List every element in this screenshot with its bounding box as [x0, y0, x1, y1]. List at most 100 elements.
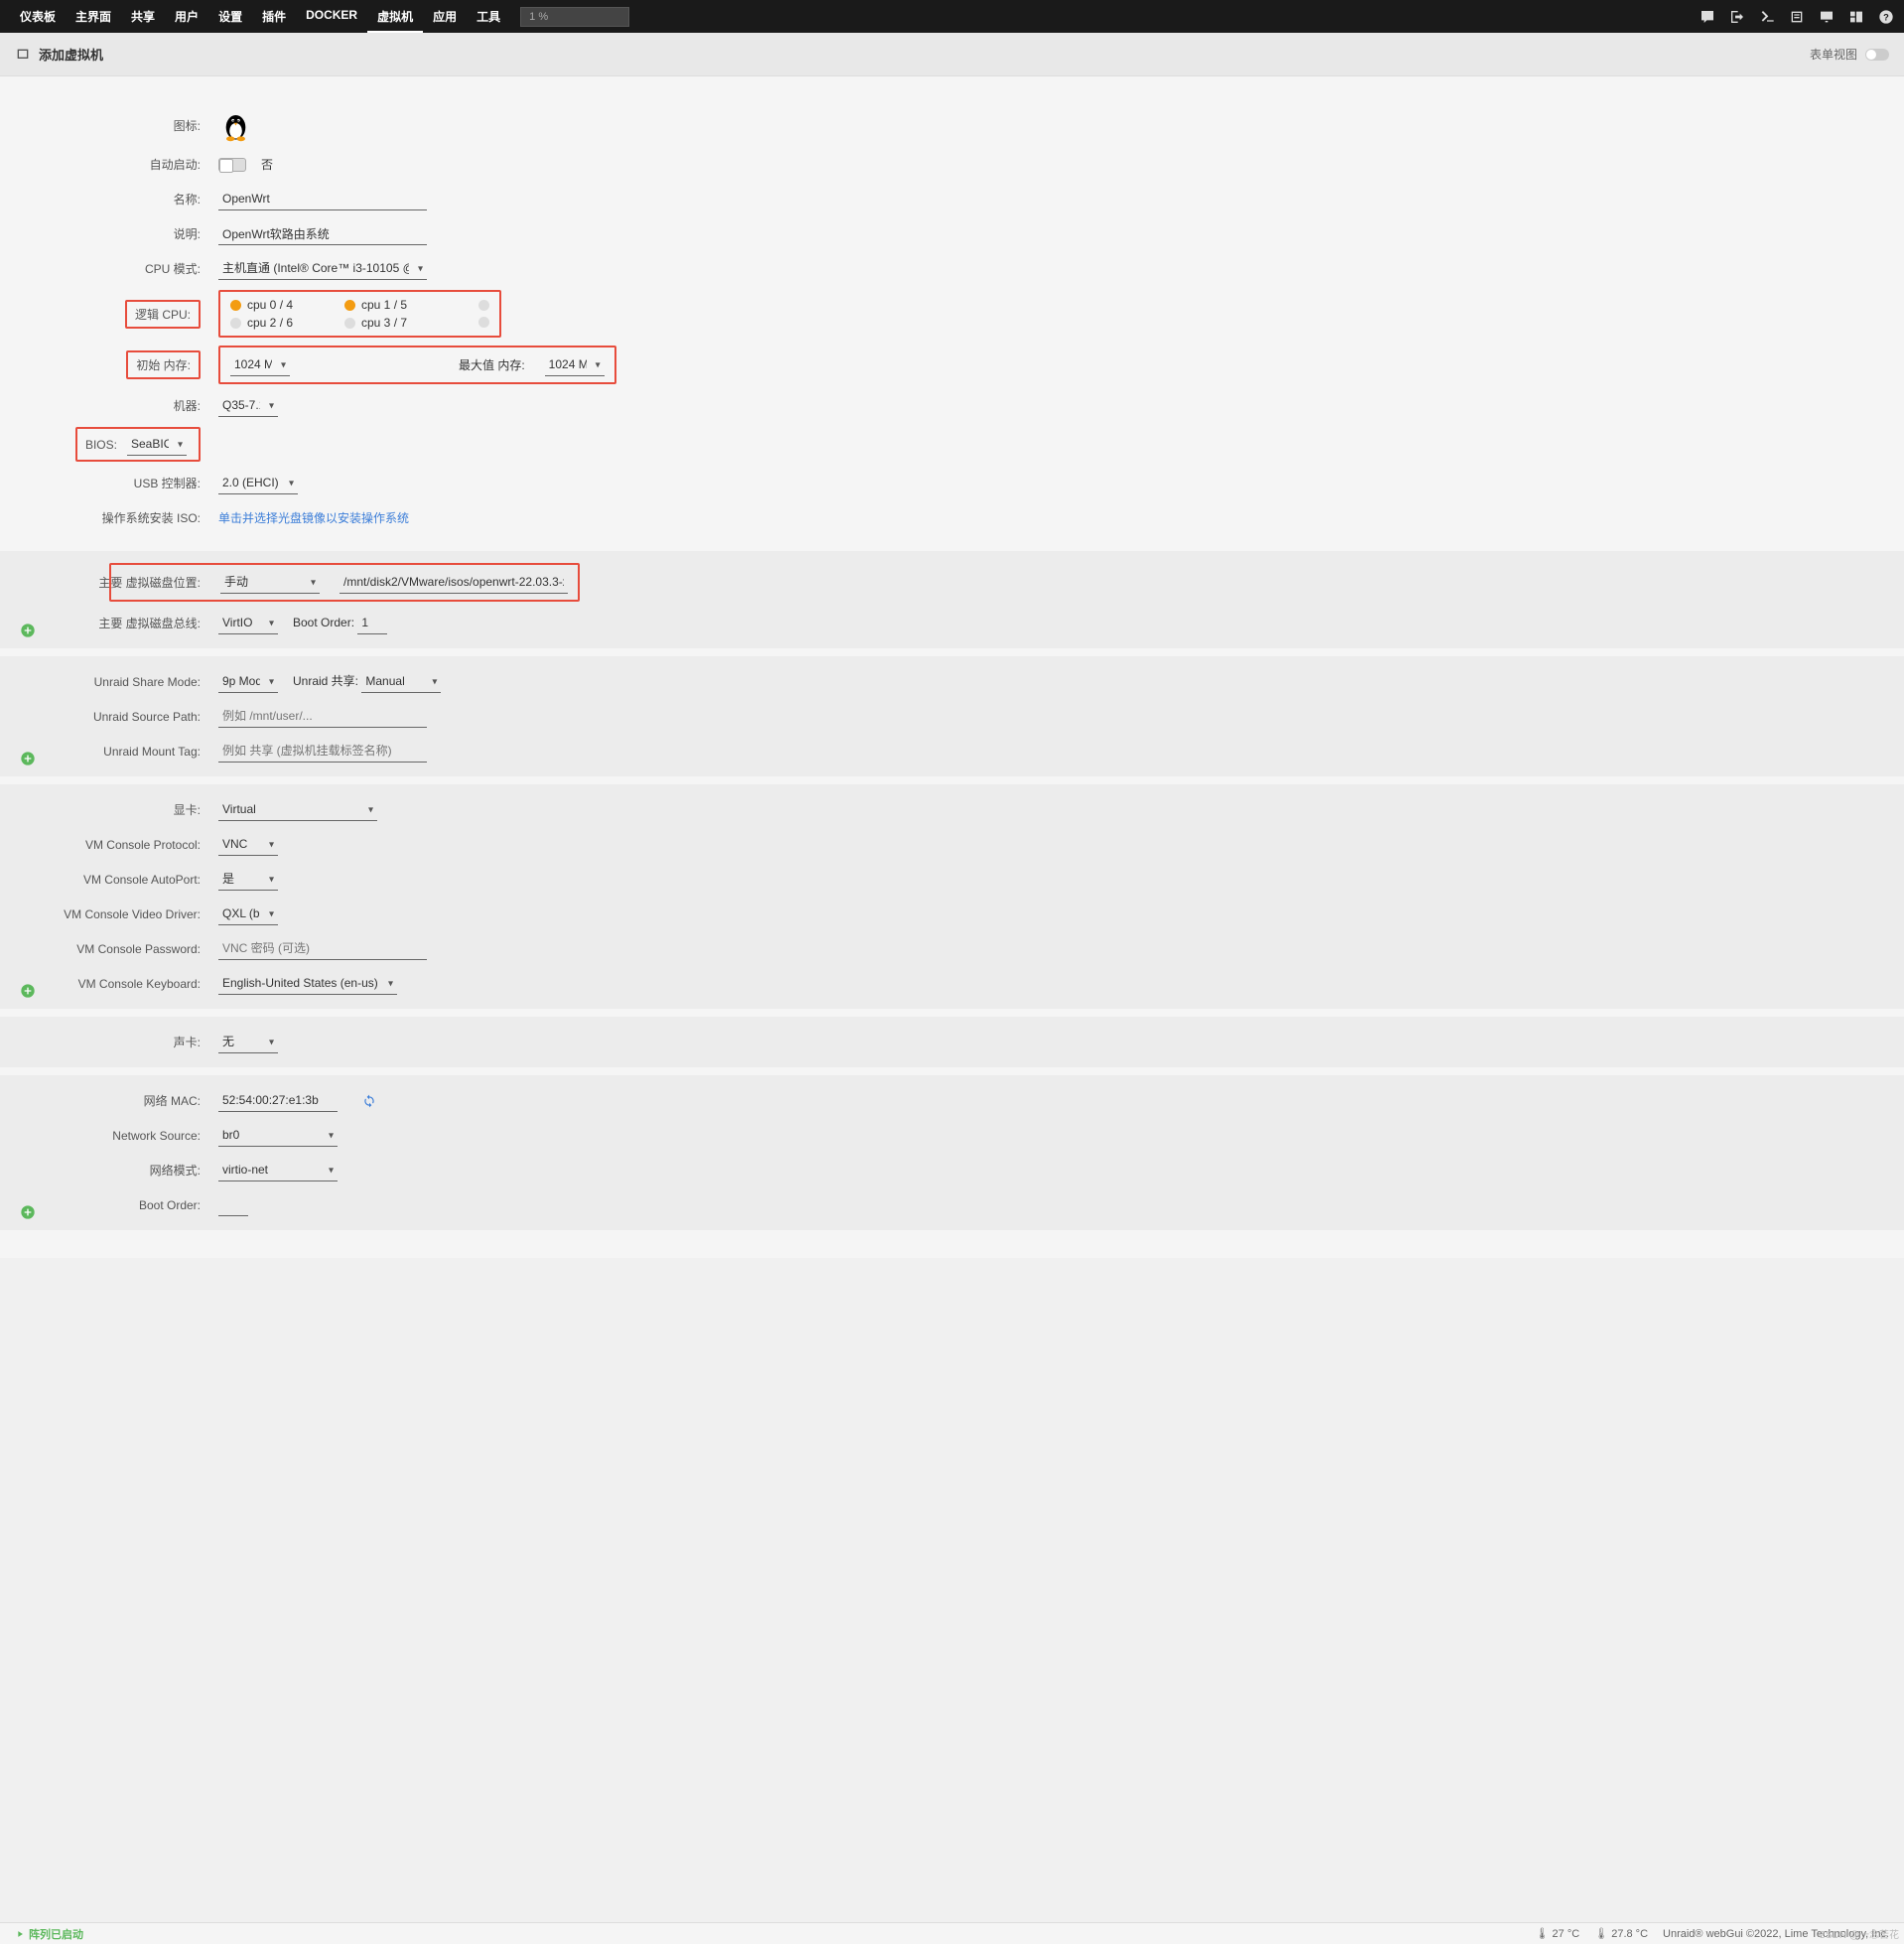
subheader: 添加虚拟机 表单视图	[0, 33, 1904, 76]
iso-link[interactable]: 单击并选择光盘镜像以安装操作系统	[218, 509, 409, 526]
top-nav: 仪表板 主界面 共享 用户 设置 插件 DOCKER 虚拟机 应用 工具 ?	[0, 0, 1904, 33]
bios-label: BIOS:	[85, 438, 117, 452]
nav-shares[interactable]: 共享	[121, 0, 165, 33]
cpu-mode-select[interactable]: 主机直通 (Intel® Core™ i3-10105 @ 3.70GHz)	[218, 257, 427, 280]
nav-docker[interactable]: DOCKER	[296, 0, 367, 33]
vdisk-bus-select[interactable]: VirtIO	[218, 612, 278, 634]
layout-icon[interactable]	[1848, 9, 1864, 25]
boot-order-label: Boot Order:	[293, 616, 354, 629]
logout-icon[interactable]	[1729, 9, 1745, 25]
add-vdisk-button[interactable]	[20, 623, 36, 638]
cpu2-dot[interactable]	[230, 318, 241, 329]
console-kb-select[interactable]: English-United States (en-us)	[218, 972, 397, 995]
log-icon[interactable]	[1789, 9, 1805, 25]
autostart-toggle[interactable]	[218, 158, 246, 172]
array-status: 阵列已启动	[29, 1926, 83, 1942]
source-path-input[interactable]	[218, 705, 427, 728]
monitor-icon[interactable]	[1819, 9, 1835, 25]
video-driver-select[interactable]: QXL (best)	[218, 903, 278, 925]
search-input[interactable]	[520, 7, 629, 27]
temp2: 27.8 °C	[1611, 1928, 1648, 1940]
bios-select[interactable]: SeaBIOS	[127, 433, 187, 456]
sound-select[interactable]: 无	[218, 1031, 278, 1053]
nav-tools[interactable]: 工具	[467, 0, 510, 33]
cpu3-label: cpu 3 / 7	[361, 316, 407, 330]
refresh-mac-icon[interactable]	[362, 1094, 376, 1108]
svg-text:?: ?	[1883, 12, 1889, 22]
net-mode-label: 网络模式:	[0, 1162, 218, 1179]
add-share-button[interactable]	[20, 751, 36, 766]
name-label: 名称:	[0, 191, 218, 208]
cpu3-dot[interactable]	[344, 318, 355, 329]
gpu-select[interactable]: Virtual	[218, 798, 377, 821]
vdisk-highlight: 手动	[109, 563, 580, 602]
init-mem-select[interactable]: 1024 MB	[230, 353, 290, 376]
net-source-select[interactable]: br0	[218, 1124, 338, 1147]
linux-tux-icon[interactable]	[218, 108, 253, 143]
icon-label: 图标:	[0, 117, 218, 134]
nav-plugins[interactable]: 插件	[252, 0, 296, 33]
video-driver-label: VM Console Video Driver:	[0, 907, 218, 921]
cpu1-dot[interactable]	[344, 300, 355, 311]
boot-order2-input[interactable]	[218, 1193, 248, 1216]
net-mode-select[interactable]: virtio-net	[218, 1159, 338, 1181]
machine-label: 机器:	[0, 397, 218, 414]
cpu0-label: cpu 0 / 4	[247, 298, 293, 312]
add-gpu-button[interactable]	[20, 983, 36, 999]
cpu6-dot[interactable]	[478, 317, 489, 328]
vdisk-loc-select[interactable]: 手动	[220, 571, 320, 594]
nav-icons: ?	[1700, 9, 1894, 25]
cpu0-dot[interactable]	[230, 300, 241, 311]
net-source-label: Network Source:	[0, 1129, 218, 1143]
form-view-toggle[interactable]	[1865, 49, 1889, 61]
name-input[interactable]	[218, 188, 427, 210]
nav-users[interactable]: 用户	[165, 0, 208, 33]
cpu-mode-label: CPU 模式:	[0, 260, 218, 277]
console-proto-label: VM Console Protocol:	[0, 838, 218, 852]
add-nic-button[interactable]	[20, 1204, 36, 1220]
boot-order-input[interactable]	[357, 612, 387, 634]
vdisk-path-input[interactable]	[340, 571, 568, 594]
source-path-label: Unraid Source Path:	[0, 710, 218, 724]
help-icon[interactable]: ?	[1878, 9, 1894, 25]
console-proto-select[interactable]: VNC	[218, 833, 278, 856]
share-mode-select[interactable]: 9p Mode	[218, 670, 278, 693]
vm-form: 图标: 自动启动: 否 名称: 说明:	[0, 76, 1904, 1258]
console-pass-label: VM Console Password:	[0, 942, 218, 956]
gpu-label: 显卡:	[0, 801, 218, 818]
watermark: CSDN @一念苦花	[1819, 1926, 1899, 1941]
cpu2-label: cpu 2 / 6	[247, 316, 293, 330]
console-section: 显卡: Virtual VM Console Protocol: VNC VM …	[0, 784, 1904, 1009]
cpu4-dot[interactable]	[478, 300, 489, 311]
nav-apps[interactable]: 应用	[423, 0, 467, 33]
sound-label: 声卡:	[0, 1034, 218, 1050]
terminal-icon[interactable]	[1759, 9, 1775, 25]
nav-dashboard[interactable]: 仪表板	[10, 0, 66, 33]
share-section: Unraid Share Mode: 9p Mode Unraid 共享: Ma…	[0, 656, 1904, 776]
autostart-text: 否	[261, 156, 273, 173]
mount-tag-input[interactable]	[218, 740, 427, 763]
share-label2: Unraid 共享:	[293, 674, 358, 688]
mac-input[interactable]	[218, 1089, 338, 1112]
machine-select[interactable]: Q35-7.1	[218, 394, 278, 417]
nav-vms[interactable]: 虚拟机	[367, 0, 423, 33]
max-mem-label: 最大值 内存:	[459, 356, 525, 373]
mem-highlight-box: 1024 MB 最大值 内存: 1024 MB	[218, 346, 616, 384]
cpu1-label: cpu 1 / 5	[361, 298, 407, 312]
desc-input[interactable]	[218, 222, 427, 245]
cpu-highlight-box: cpu 0 / 4 cpu 1 / 5 cpu 2 / 6 cpu 3 / 7	[218, 290, 501, 338]
mac-label: 网络 MAC:	[0, 1092, 218, 1109]
share-select2[interactable]: Manual	[361, 670, 441, 693]
usb-select[interactable]: 2.0 (EHCI)	[218, 472, 298, 494]
console-auto-label: VM Console AutoPort:	[0, 873, 218, 887]
play-icon	[15, 1929, 25, 1939]
vm-icon	[15, 47, 31, 63]
nav-main[interactable]: 主界面	[66, 0, 121, 33]
nav-settings[interactable]: 设置	[208, 0, 252, 33]
iso-label: 操作系统安装 ISO:	[0, 509, 218, 526]
console-auto-select[interactable]: 是	[218, 868, 278, 891]
init-mem-label: 初始 内存:	[126, 350, 201, 379]
max-mem-select[interactable]: 1024 MB	[545, 353, 605, 376]
feedback-icon[interactable]	[1700, 9, 1715, 25]
console-pass-input[interactable]	[218, 937, 427, 960]
